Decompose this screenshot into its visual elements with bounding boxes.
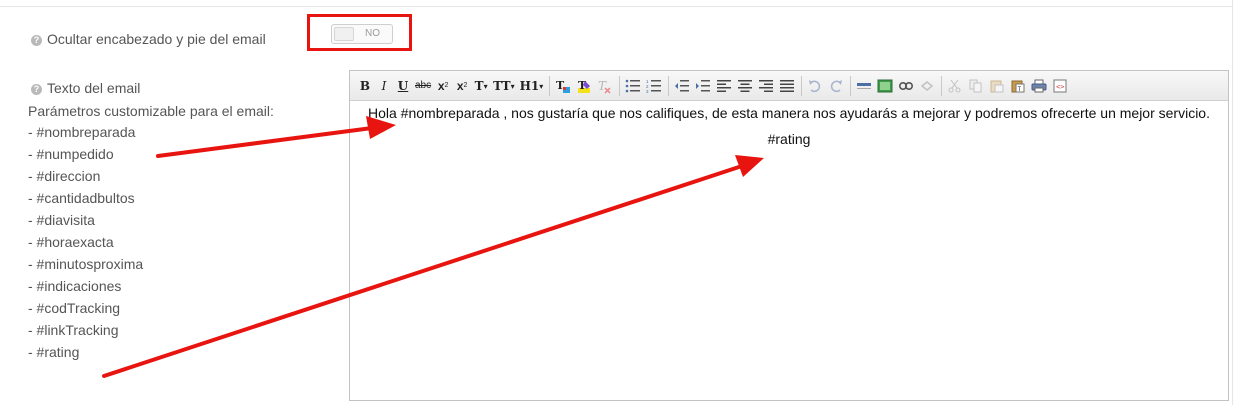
arrow-rating	[102, 155, 764, 378]
annotation-arrows	[102, 116, 764, 378]
arrow-nombreparada	[156, 116, 396, 158]
